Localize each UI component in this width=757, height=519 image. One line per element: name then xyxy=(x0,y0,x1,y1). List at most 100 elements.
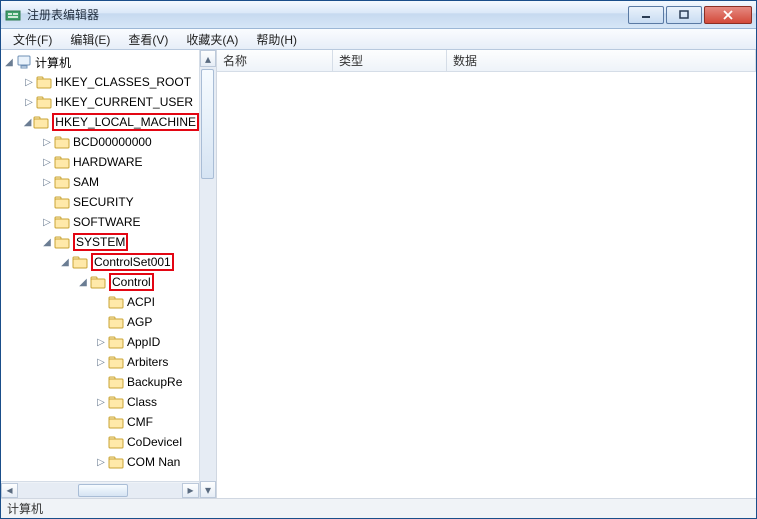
window-title: 注册表编辑器 xyxy=(27,6,628,23)
tree-row[interactable]: CoDeviceI xyxy=(1,432,199,452)
tree-row[interactable]: ◢ SYSTEM xyxy=(1,232,199,252)
folder-icon xyxy=(36,74,52,90)
tree-row[interactable]: ▷Class xyxy=(1,392,199,412)
registry-tree[interactable]: ◢计算机 ▷ HKEY_CLASSES_ROOT ▷ HKEY_CURRENT_USER… xyxy=(1,50,199,481)
close-button[interactable] xyxy=(704,6,752,24)
registry-editor-window: 注册表编辑器 文件(F) 编辑(E) 查看(V) 收藏夹(A) 帮助(H) ◢计… xyxy=(0,0,757,519)
tree-twisty-open-icon[interactable]: ◢ xyxy=(59,257,71,268)
menu-file[interactable]: 文件(F) xyxy=(5,29,60,50)
tree-row[interactable]: ▷ SOFTWARE xyxy=(1,212,199,232)
hscroll-thumb[interactable] xyxy=(78,484,128,497)
tree-row[interactable]: ACPI xyxy=(1,292,199,312)
folder-icon xyxy=(54,174,70,190)
minimize-icon xyxy=(641,11,651,19)
tree-twisty-closed-icon[interactable]: ▷ xyxy=(41,137,53,148)
folder-icon xyxy=(108,374,124,390)
folder-icon xyxy=(54,134,70,150)
vscroll-thumb[interactable] xyxy=(201,69,214,179)
tree-label: SOFTWARE xyxy=(73,215,141,229)
maximize-icon xyxy=(679,10,689,20)
tree-label: AppID xyxy=(127,335,160,349)
minimize-button[interactable] xyxy=(628,6,664,24)
tree-row[interactable]: ▷BCD00000000 xyxy=(1,132,199,152)
tree-twisty-closed-icon[interactable]: ▷ xyxy=(95,337,107,348)
folder-icon xyxy=(108,414,124,430)
tree-twisty-closed-icon[interactable]: ▷ xyxy=(41,157,53,168)
tree-row[interactable]: ▷COM Nan xyxy=(1,452,199,472)
tree-row[interactable]: ▷Arbiters xyxy=(1,352,199,372)
folder-icon xyxy=(54,194,70,210)
tree-row[interactable]: ◢Control xyxy=(1,272,199,292)
folder-icon xyxy=(54,214,70,230)
folder-icon xyxy=(108,294,124,310)
tree-twisty-closed-icon[interactable]: ▷ xyxy=(41,177,53,188)
tree-label: HKEY_CLASSES_ROOT xyxy=(55,75,191,89)
tree-row[interactable]: ▷SAM xyxy=(1,172,199,192)
tree-label: SECURITY xyxy=(73,195,134,209)
tree-label: SYSTEM xyxy=(73,233,128,251)
folder-icon xyxy=(54,234,70,250)
scroll-down-arrow-icon[interactable]: ▾ xyxy=(200,481,216,498)
regedit-app-icon xyxy=(5,7,21,23)
column-type[interactable]: 类型 xyxy=(333,50,447,71)
tree-twisty-closed-icon[interactable]: ▷ xyxy=(23,97,35,108)
tree-label: HKEY_CURRENT_USER xyxy=(55,95,193,109)
tree-label: HARDWARE xyxy=(73,155,143,169)
tree-twisty-open-icon[interactable]: ◢ xyxy=(77,277,89,288)
tree-row[interactable]: AGP xyxy=(1,312,199,332)
tree-twisty-closed-icon[interactable]: ▷ xyxy=(95,397,107,408)
folder-icon xyxy=(36,94,52,110)
tree-twisty-open-icon[interactable]: ◢ xyxy=(41,237,53,248)
menubar: 文件(F) 编辑(E) 查看(V) 收藏夹(A) 帮助(H) xyxy=(1,29,756,50)
scroll-up-arrow-icon[interactable]: ▴ xyxy=(200,50,216,67)
tree-label: CMF xyxy=(127,415,153,429)
folder-icon xyxy=(54,154,70,170)
tree-twisty-closed-icon[interactable]: ▷ xyxy=(41,217,53,228)
titlebar[interactable]: 注册表编辑器 xyxy=(1,1,756,29)
tree-label: BackupRe xyxy=(127,375,182,389)
tree-row-root[interactable]: ◢计算机 xyxy=(1,52,199,72)
tree-twisty-closed-icon[interactable]: ▷ xyxy=(95,357,107,368)
values-header: 名称 类型 数据 xyxy=(217,50,756,72)
menu-view[interactable]: 查看(V) xyxy=(120,29,176,50)
menu-favorites[interactable]: 收藏夹(A) xyxy=(178,29,246,50)
tree-row[interactable]: CMF xyxy=(1,412,199,432)
tree-row[interactable]: ▷ HARDWARE xyxy=(1,152,199,172)
tree-label: ControlSet001 xyxy=(91,253,174,271)
tree-label: HKEY_LOCAL_MACHINE xyxy=(52,113,199,131)
tree-twisty-open-icon[interactable]: ◢ xyxy=(23,117,32,128)
tree-twisty-closed-icon[interactable]: ▷ xyxy=(95,457,107,468)
tree-twisty-closed-icon[interactable]: ▷ xyxy=(23,77,35,88)
scroll-right-arrow-icon[interactable]: ▸ xyxy=(182,483,199,498)
menu-help[interactable]: 帮助(H) xyxy=(248,29,305,50)
tree-row[interactable]: ▷ AppID xyxy=(1,332,199,352)
tree-label: AGP xyxy=(127,315,152,329)
tree-row[interactable]: ▷ HKEY_CURRENT_USER xyxy=(1,92,199,112)
maximize-button[interactable] xyxy=(666,6,702,24)
statusbar: 计算机 xyxy=(1,498,756,518)
folder-icon xyxy=(108,354,124,370)
tree-row[interactable]: SECURITY xyxy=(1,192,199,212)
tree-twisty-open-icon[interactable]: ◢ xyxy=(3,57,15,68)
computer-icon xyxy=(16,54,32,70)
tree-label: ACPI xyxy=(127,295,155,309)
menu-edit[interactable]: 编辑(E) xyxy=(62,29,118,50)
statusbar-path: 计算机 xyxy=(7,500,43,517)
close-icon xyxy=(723,10,733,20)
folder-icon xyxy=(90,274,106,290)
values-list[interactable] xyxy=(217,72,756,498)
column-data[interactable]: 数据 xyxy=(447,50,756,71)
tree-row[interactable]: ◢ ControlSet001 xyxy=(1,252,199,272)
folder-icon xyxy=(108,434,124,450)
tree-vertical-scrollbar[interactable]: ▴ ▾ xyxy=(199,50,216,498)
column-name[interactable]: 名称 xyxy=(217,50,333,71)
tree-horizontal-scrollbar[interactable]: ◂ ▸ xyxy=(1,481,199,498)
folder-icon xyxy=(108,314,124,330)
tree-row[interactable]: BackupRe xyxy=(1,372,199,392)
folder-icon xyxy=(72,254,88,270)
folder-icon xyxy=(33,114,49,130)
tree-row[interactable]: ▷ HKEY_CLASSES_ROOT xyxy=(1,72,199,92)
tree-pane: ◢计算机 ▷ HKEY_CLASSES_ROOT ▷ HKEY_CURRENT_USER… xyxy=(1,50,217,498)
scroll-left-arrow-icon[interactable]: ◂ xyxy=(1,483,18,498)
tree-row[interactable]: ◢ HKEY_LOCAL_MACHINE xyxy=(1,112,199,132)
